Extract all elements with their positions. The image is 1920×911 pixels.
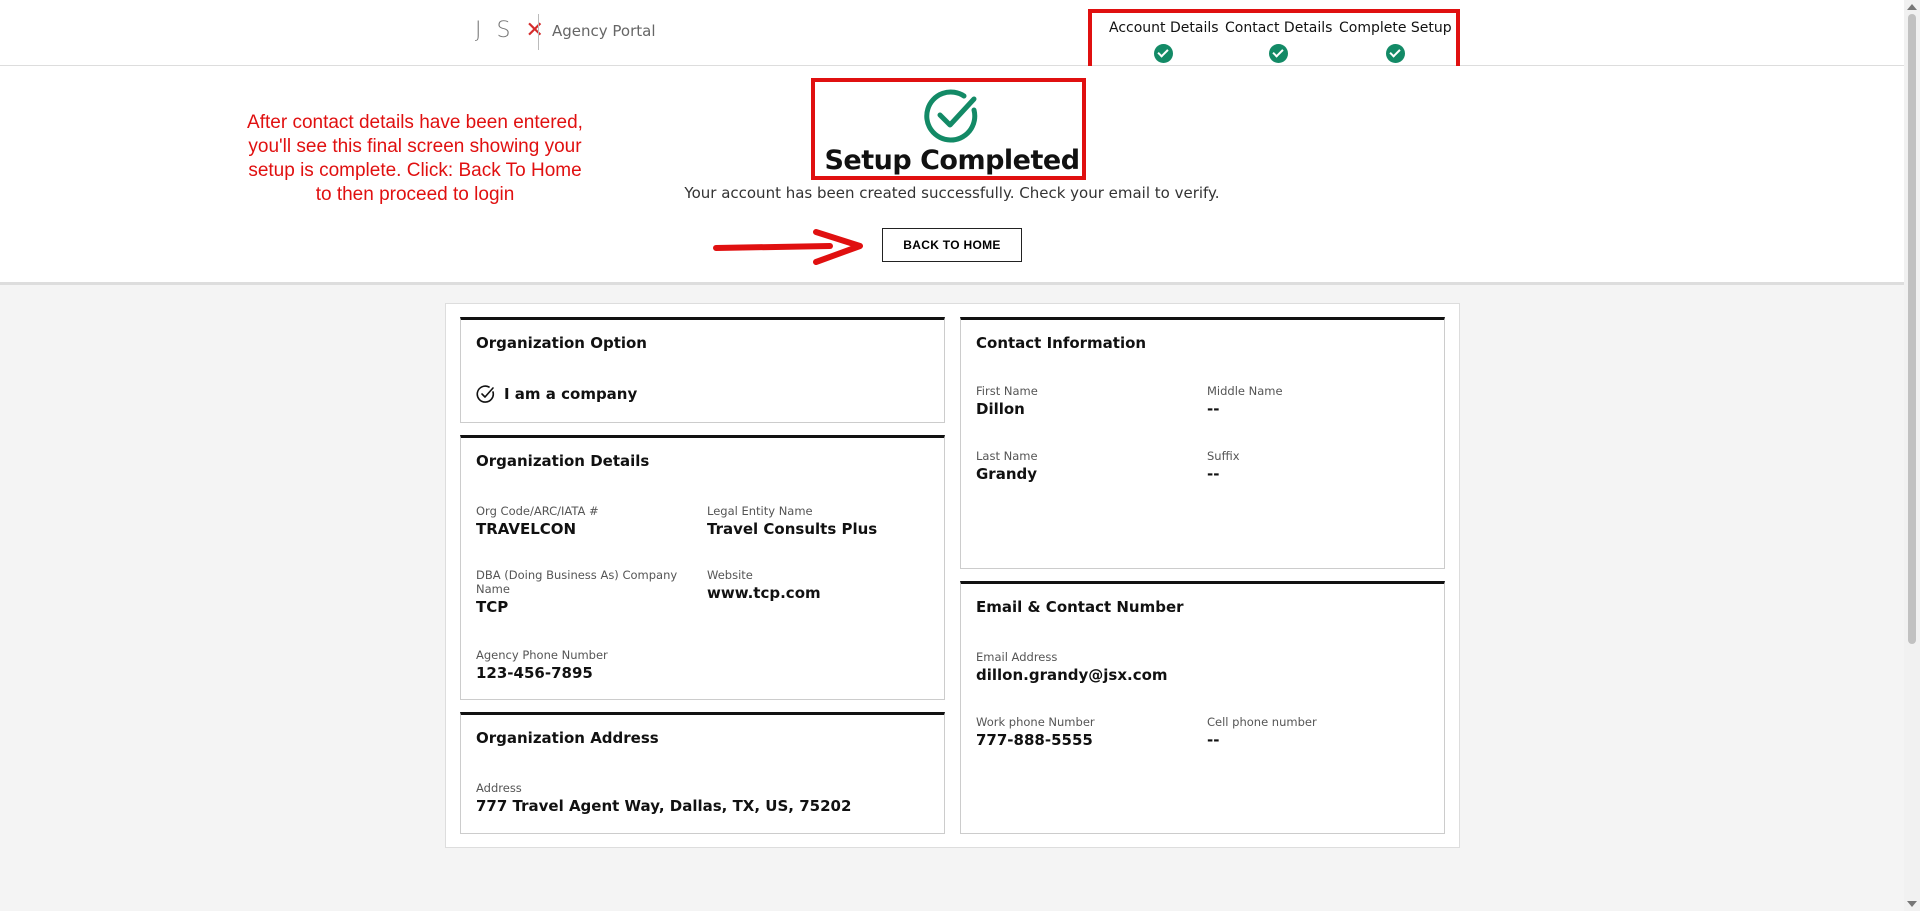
check-circle-icon — [476, 385, 495, 403]
first-name-field: First Name Dillon — [976, 384, 1186, 418]
top-bar: J S ✕ Agency Portal Account Details Cont… — [0, 0, 1904, 66]
agency-phone-field: Agency Phone Number 123-456-7895 — [476, 648, 686, 682]
org-option-label: I am a company — [504, 385, 638, 403]
field-value: 123-456-7895 — [476, 664, 593, 682]
organization-address-card: Organization Address Address 777 Travel … — [460, 712, 945, 834]
logo-divider — [538, 14, 539, 50]
organization-option-card: Organization Option I am a company — [460, 317, 945, 423]
last-name-field: Last Name Grandy — [976, 449, 1186, 483]
field-label: Last Name — [976, 449, 1038, 463]
field-label: First Name — [976, 384, 1038, 398]
vertical-scrollbar[interactable] — [1904, 0, 1920, 911]
legal-entity-field: Legal Entity Name Travel Consults Plus — [707, 504, 927, 538]
contact-information-card: Contact Information First Name Dillon Mi… — [960, 317, 1445, 569]
field-label: Address — [476, 781, 522, 795]
arrow-icon — [713, 229, 863, 265]
back-to-home-button[interactable]: BACK TO HOME — [882, 228, 1022, 262]
portal-label: Agency Portal — [552, 22, 656, 40]
card-title: Organization Details — [476, 452, 650, 470]
field-value: TRAVELCON — [476, 520, 577, 538]
field-value: Grandy — [976, 465, 1038, 483]
scroll-up-icon[interactable] — [1907, 4, 1917, 10]
field-label: Agency Phone Number — [476, 648, 608, 662]
field-value: www.tcp.com — [707, 584, 821, 602]
field-label: DBA (Doing Business As) Company Name — [476, 568, 678, 596]
scroll-down-icon[interactable] — [1907, 901, 1917, 907]
suffix-field: Suffix -- — [1207, 449, 1417, 483]
organization-details-card: Organization Details Org Code/ARC/IATA #… — [460, 435, 945, 700]
field-value: TCP — [476, 598, 509, 616]
middle-name-field: Middle Name -- — [1207, 384, 1417, 418]
org-option-selected: I am a company — [476, 384, 637, 404]
field-label: Work phone Number — [976, 715, 1095, 729]
field-label: Email Address — [976, 650, 1058, 664]
card-title: Contact Information — [976, 334, 1147, 352]
field-value: -- — [1207, 465, 1220, 483]
work-phone-field: Work phone Number 777-888-5555 — [976, 715, 1186, 749]
field-value: Travel Consults Plus — [707, 520, 878, 538]
field-label: Legal Entity Name — [707, 504, 813, 518]
address-field: Address 777 Travel Agent Way, Dallas, TX… — [476, 781, 926, 815]
email-contact-card: Email & Contact Number Email Address dil… — [960, 581, 1445, 834]
dba-field: DBA (Doing Business As) Company Name TCP — [476, 568, 686, 616]
field-value: Dillon — [976, 400, 1025, 418]
scroll-thumb[interactable] — [1908, 14, 1916, 644]
card-title: Organization Option — [476, 334, 647, 352]
field-label: Suffix — [1207, 449, 1240, 463]
field-value: -- — [1207, 400, 1220, 418]
field-value: -- — [1207, 731, 1220, 749]
field-label: Website — [707, 568, 753, 582]
jsx-logo[interactable]: J S ✕ — [475, 18, 548, 43]
card-title: Email & Contact Number — [976, 598, 1184, 616]
field-label: Org Code/ARC/IATA # — [476, 504, 599, 518]
card-title: Organization Address — [476, 729, 659, 747]
email-field: Email Address dillon.grandy@jsx.com — [976, 650, 1276, 684]
website-field: Website www.tcp.com — [707, 568, 927, 602]
org-code-field: Org Code/ARC/IATA # TRAVELCON — [476, 504, 686, 538]
field-value: 777-888-5555 — [976, 731, 1093, 749]
field-value: dillon.grandy@jsx.com — [976, 666, 1168, 684]
field-label: Middle Name — [1207, 384, 1283, 398]
annotation-text: After contact details have been entered,… — [247, 112, 583, 205]
cell-phone-field: Cell phone number -- — [1207, 715, 1417, 749]
page: J S ✕ Agency Portal Account Details Cont… — [0, 0, 1920, 911]
field-value: 777 Travel Agent Way, Dallas, TX, US, 75… — [476, 797, 852, 815]
field-label: Cell phone number — [1207, 715, 1317, 729]
